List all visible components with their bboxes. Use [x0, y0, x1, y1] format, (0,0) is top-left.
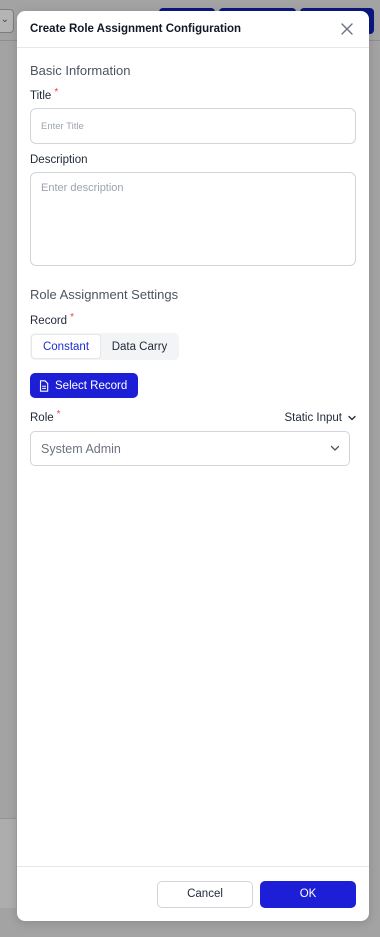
role-select-value: System Admin	[41, 441, 121, 456]
record-label: Record *	[30, 312, 356, 327]
cancel-button[interactable]: Cancel	[157, 880, 253, 908]
description-label: Description	[30, 154, 88, 166]
role-select[interactable]: System Admin	[30, 431, 350, 466]
background-card	[0, 818, 16, 908]
role-input-mode-dropdown[interactable]: Static Input	[284, 412, 356, 424]
title-label: Title *	[30, 87, 356, 102]
record-mode-data-carry[interactable]: Data Carry	[101, 334, 178, 359]
record-label-text: Record	[30, 315, 68, 327]
chevron-down-icon	[330, 445, 340, 451]
role-assignment-modal: Create Role Assignment Configuration Bas…	[17, 11, 369, 921]
title-input[interactable]: Enter Title	[30, 108, 356, 144]
background-dropdown: ⌄	[0, 9, 14, 33]
required-marker: *	[56, 409, 61, 420]
select-record-label: Select Record	[55, 379, 128, 392]
modal-title: Create Role Assignment Configuration	[30, 23, 242, 35]
record-mode-constant[interactable]: Constant	[31, 334, 101, 359]
role-label-text: Role	[30, 412, 54, 424]
modal-footer: Cancel OK	[17, 866, 369, 921]
chevron-down-icon	[348, 415, 356, 421]
modal-body: Basic Information Title * Enter Title De…	[17, 63, 369, 466]
required-marker: *	[54, 87, 59, 98]
document-icon	[39, 379, 49, 392]
required-marker: *	[70, 312, 74, 323]
role-input-mode-label: Static Input	[284, 412, 342, 424]
select-record-button[interactable]: Select Record	[30, 373, 138, 398]
role-label: Role *	[30, 409, 61, 424]
modal-header: Create Role Assignment Configuration	[17, 11, 369, 48]
role-row: Role * Static Input	[30, 409, 356, 424]
description-textarea[interactable]: Enter description	[30, 172, 356, 266]
close-icon	[341, 23, 353, 35]
ok-button[interactable]: OK	[260, 880, 356, 908]
basic-info-heading: Basic Information	[30, 63, 131, 78]
close-button[interactable]	[338, 20, 356, 38]
record-mode-toggle: Constant Data Carry	[30, 333, 179, 360]
role-settings-heading: Role Assignment Settings	[30, 287, 179, 302]
title-label-text: Title	[30, 90, 52, 102]
